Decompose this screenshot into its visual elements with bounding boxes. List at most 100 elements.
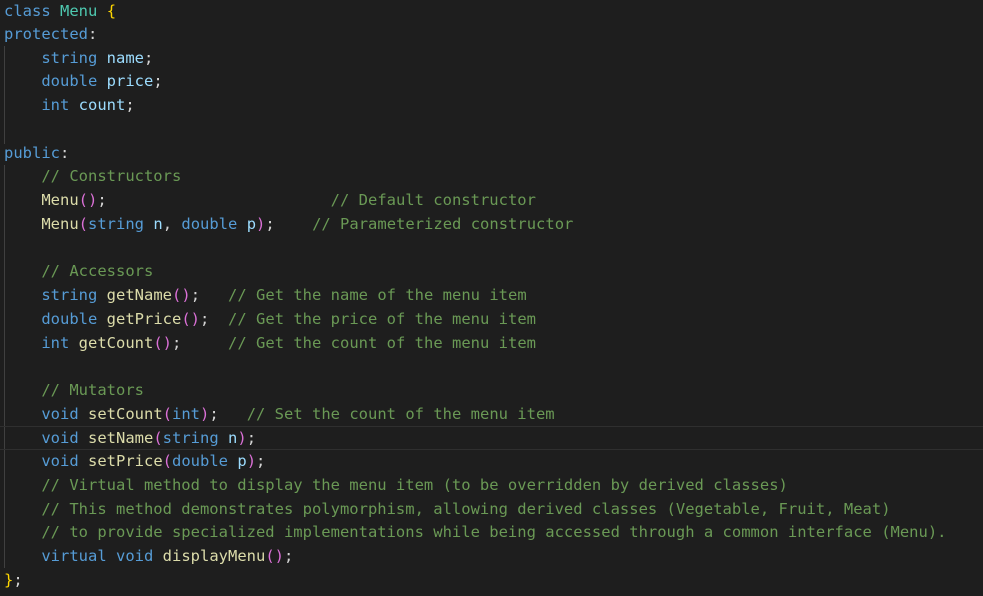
semicolon: ; bbox=[265, 215, 275, 233]
comment: // This method demonstrates polymorphism… bbox=[41, 500, 891, 518]
return-type: string bbox=[41, 286, 98, 304]
param-type: double bbox=[172, 452, 228, 470]
comment: // Accessors bbox=[41, 262, 154, 280]
code-editor[interactable]: class Menu { protected: string name; dou… bbox=[0, 0, 983, 596]
keyword-virtual: virtual bbox=[41, 547, 107, 565]
type-keyword: int bbox=[41, 96, 70, 114]
comma: , bbox=[162, 215, 182, 233]
code-line-20: void setPrice(double p); bbox=[4, 450, 265, 474]
comment: // Get the price of the menu item bbox=[228, 310, 536, 328]
member-variable: count bbox=[78, 96, 126, 114]
code-line-13: string getName(); // Get the name of the… bbox=[4, 284, 527, 308]
paren-open: ( bbox=[172, 286, 182, 304]
access-modifier-public: public bbox=[4, 144, 60, 162]
paren-open: ( bbox=[153, 334, 163, 352]
code-line-18: void setCount(int); // Set the count of … bbox=[4, 403, 554, 427]
colon: : bbox=[60, 144, 70, 162]
paren-open: ( bbox=[78, 191, 88, 209]
function-name: setCount bbox=[88, 405, 163, 423]
paren-close: ) bbox=[190, 310, 201, 328]
paren-close: ) bbox=[200, 405, 210, 423]
semicolon: ; bbox=[97, 191, 107, 209]
semicolon: ; bbox=[125, 96, 135, 114]
paren-open: ( bbox=[162, 452, 172, 470]
code-line-23: // to provide specialized implementation… bbox=[4, 521, 947, 545]
function-name: displayMenu bbox=[162, 547, 266, 565]
code-line-4: double price; bbox=[4, 70, 162, 94]
paren-close: ) bbox=[162, 334, 173, 352]
function-name: Menu bbox=[41, 191, 79, 209]
code-line-1: class Menu { bbox=[4, 0, 116, 24]
member-variable: price bbox=[106, 72, 154, 90]
return-type: void bbox=[41, 452, 79, 470]
comment: // Get the name of the menu item bbox=[228, 286, 527, 304]
type-keyword: string bbox=[41, 49, 98, 67]
return-type: void bbox=[41, 429, 79, 447]
member-variable: name bbox=[106, 49, 144, 67]
type-keyword: double bbox=[41, 72, 98, 90]
return-type: double bbox=[41, 310, 98, 328]
paren-close: ) bbox=[88, 191, 98, 209]
code-line-3: string name; bbox=[4, 47, 153, 71]
paren-open: ( bbox=[181, 310, 191, 328]
function-name: setPrice bbox=[88, 452, 163, 470]
colon: : bbox=[88, 25, 98, 43]
code-line-5: int count; bbox=[4, 94, 135, 118]
function-name: getPrice bbox=[106, 310, 182, 328]
code-line-24: virtual void displayMenu(); bbox=[4, 545, 293, 569]
comment: // Get the count of the menu item bbox=[228, 334, 536, 352]
code-line-14: double getPrice(); // Get the price of t… bbox=[4, 308, 536, 332]
code-line-9: Menu(); // Default constructor bbox=[4, 189, 536, 213]
comment: // Default constructor bbox=[330, 191, 536, 209]
param-type: string bbox=[162, 429, 219, 447]
padding bbox=[107, 191, 331, 209]
semicolon: ; bbox=[200, 310, 210, 328]
function-name: getCount bbox=[78, 334, 154, 352]
semicolon: ; bbox=[13, 571, 23, 589]
comment: // Constructors bbox=[41, 167, 182, 185]
param-type: double bbox=[181, 215, 238, 233]
padding bbox=[209, 310, 228, 328]
paren-open: ( bbox=[162, 405, 172, 423]
return-type: int bbox=[41, 334, 70, 352]
code-line-10: Menu(string n, double p); // Parameteriz… bbox=[4, 213, 573, 237]
code-line-17: // Mutators bbox=[4, 379, 144, 403]
param-name: p bbox=[246, 215, 257, 233]
semicolon: ; bbox=[246, 429, 257, 447]
open-brace: { bbox=[106, 2, 117, 20]
close-brace: } bbox=[4, 571, 14, 589]
semicolon: ; bbox=[256, 452, 266, 470]
code-line-2: protected: bbox=[4, 23, 97, 47]
code-line-19-current[interactable]: void setName(string n); bbox=[0, 426, 983, 450]
code-line-21: // Virtual method to display the menu it… bbox=[4, 474, 788, 498]
code-line-22: // This method demonstrates polymorphism… bbox=[4, 498, 891, 522]
comment: // Virtual method to display the menu it… bbox=[41, 476, 788, 494]
paren-open: ( bbox=[265, 547, 275, 565]
semicolon: ; bbox=[284, 547, 294, 565]
paren-close: ) bbox=[256, 215, 266, 233]
param-type: string bbox=[88, 215, 144, 233]
keyword-class: class bbox=[4, 2, 51, 20]
class-name: Menu bbox=[60, 2, 98, 20]
semicolon: ; bbox=[209, 405, 219, 423]
code-line-15: int getCount(); // Get the count of the … bbox=[4, 332, 536, 356]
comment: // to provide specialized implementation… bbox=[41, 523, 947, 541]
comment: // Parameterized constructor bbox=[312, 215, 574, 233]
paren-open: ( bbox=[153, 429, 163, 447]
code-line-25: }; bbox=[4, 569, 23, 593]
paren-close: ) bbox=[274, 547, 285, 565]
